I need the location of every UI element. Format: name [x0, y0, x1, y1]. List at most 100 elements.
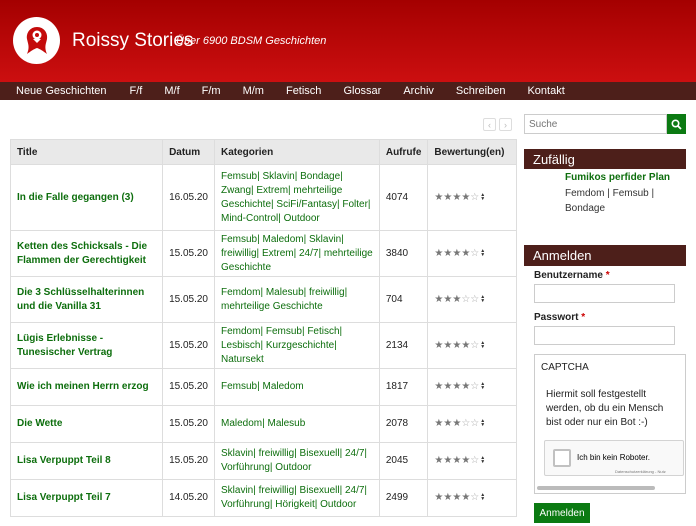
nav-glossar[interactable]: Glossar — [343, 85, 381, 97]
col-date-header[interactable]: Datum — [162, 139, 215, 165]
story-categories[interactable]: Femdom| Malesub| freiwillig| mehrteilige… — [214, 276, 380, 323]
story-views: 2045 — [378, 442, 429, 480]
star-filled-icon: ★ — [461, 247, 471, 259]
recaptcha-widget: Ich bin kein Roboter. Datenschutzerkläru… — [544, 440, 684, 476]
bird-logo-icon — [26, 26, 47, 54]
star-empty-icon: ☆ — [470, 293, 480, 305]
captcha-box: CAPTCHA Hiermit soll festgestellt werden… — [534, 354, 686, 494]
story-views: 1817 — [378, 368, 429, 406]
sort-arrows-icon: ▲▼ — [480, 339, 486, 350]
story-title-link[interactable]: Lisa Verpuppt Teil 8 — [9, 442, 164, 480]
table-row: Die 3 Schlüsselhalterinnen und die Vanil… — [9, 276, 517, 323]
star-filled-icon: ★ — [443, 381, 453, 392]
login-button[interactable]: Anmelden — [534, 503, 590, 523]
site-logo[interactable] — [13, 17, 60, 64]
star-filled-icon: ★ — [452, 293, 462, 305]
nav-archiv[interactable]: Archiv — [403, 85, 434, 97]
nav-kontakt[interactable]: Kontakt — [527, 85, 564, 97]
sort-arrows-icon: ▲▼ — [480, 191, 486, 202]
nav-neue-geschichten[interactable]: Neue Geschichten — [16, 85, 107, 97]
story-rating[interactable]: ★★★☆☆▲▼ — [427, 405, 517, 443]
story-rating[interactable]: ★★★★☆▲▼ — [427, 479, 517, 517]
star-empty-icon: ☆ — [461, 418, 471, 429]
nav-mm[interactable]: M/m — [243, 85, 264, 97]
story-title-link[interactable]: Die 3 Schlüsselhalterinnen und die Vanil… — [9, 276, 164, 323]
star-filled-icon: ★ — [443, 191, 453, 203]
pager-next-button[interactable]: › — [499, 118, 512, 131]
captcha-scrollbar[interactable] — [537, 486, 655, 490]
password-field[interactable] — [534, 326, 675, 345]
story-categories[interactable]: Maledom| Malesub — [214, 405, 380, 443]
story-date: 15.05.20 — [162, 368, 215, 406]
nav-ff[interactable]: F/f — [130, 85, 143, 97]
recaptcha-checkbox[interactable] — [553, 449, 571, 467]
story-rating[interactable]: ★★★☆☆▲▼ — [427, 276, 517, 323]
recaptcha-label: Ich bin kein Roboter. — [577, 453, 650, 462]
story-title-link[interactable]: Ketten des Schicksals - Die Flammen der … — [9, 230, 164, 277]
story-title-link[interactable]: Lisa Verpuppt Teil 7 — [9, 479, 164, 517]
star-filled-icon: ★ — [443, 492, 453, 503]
sort-arrows-icon: ▲▼ — [480, 418, 486, 429]
col-rating-header[interactable]: Bewertung(en) — [427, 139, 517, 165]
story-title-link[interactable]: In die Falle gegangen (3) — [9, 164, 164, 231]
main-nav: Neue Geschichten F/f M/f F/m M/m Fetisch… — [0, 82, 696, 100]
story-categories[interactable]: Femsub| Maledom — [214, 368, 380, 406]
rating-stars-icon: ★★★★☆ — [434, 192, 479, 203]
story-rating[interactable]: ★★★★☆▲▼ — [427, 442, 517, 480]
story-date: 15.05.20 — [162, 230, 215, 277]
password-label: Passwort * — [534, 312, 586, 323]
story-date: 15.05.20 — [162, 442, 215, 480]
star-filled-icon: ★ — [461, 381, 471, 392]
star-filled-icon: ★ — [452, 191, 462, 203]
story-views: 2134 — [378, 322, 429, 369]
sort-arrows-icon: ▲▼ — [480, 492, 486, 503]
story-title-link[interactable]: Wie ich meinen Herrn erzog — [9, 368, 164, 406]
story-categories[interactable]: Femsub| Maledom| Sklavin| freiwillig| Ex… — [214, 230, 380, 277]
rating-stars-icon: ★★★★☆ — [434, 455, 479, 466]
nav-fm[interactable]: F/m — [202, 85, 221, 97]
story-views: 4074 — [378, 164, 429, 231]
story-categories[interactable]: Sklavin| freiwillig| Bisexuell| 24/7| Vo… — [214, 442, 380, 480]
sort-arrows-icon: ▲▼ — [480, 293, 486, 304]
recaptcha-privacy-link[interactable]: Datenschutzerklärung - Nutz — [615, 469, 666, 474]
rating-stars-icon: ★★★★☆ — [434, 492, 479, 503]
nav-mf[interactable]: M/f — [164, 85, 179, 97]
story-date: 15.05.20 — [162, 322, 215, 369]
col-title-header[interactable]: Title — [9, 139, 164, 165]
story-categories[interactable]: Femdom| Femsub| Fetisch| Lesbisch| Kurzg… — [214, 322, 380, 369]
col-views-header[interactable]: Aufrufe — [378, 139, 429, 165]
story-categories[interactable]: Sklavin| freiwillig| Bisexuell| 24/7| Vo… — [214, 479, 380, 517]
nav-fetisch[interactable]: Fetisch — [286, 85, 321, 97]
star-filled-icon: ★ — [443, 339, 453, 351]
story-date: 15.05.20 — [162, 276, 215, 323]
random-story-title[interactable]: Fumikos perfider Plan — [565, 172, 670, 183]
story-date: 15.05.20 — [162, 405, 215, 443]
star-filled-icon: ★ — [452, 247, 462, 259]
search-button[interactable] — [667, 114, 686, 134]
story-rating[interactable]: ★★★★☆▲▼ — [427, 230, 517, 277]
username-label: Benutzername * — [534, 270, 610, 281]
story-views: 2499 — [378, 479, 429, 517]
story-title-link[interactable]: Die Wette — [9, 405, 164, 443]
star-filled-icon: ★ — [452, 492, 462, 503]
sort-arrows-icon: ▲▼ — [480, 455, 486, 466]
star-empty-icon: ☆ — [470, 455, 480, 466]
pager-prev-button[interactable]: ‹ — [483, 118, 496, 131]
col-categories-header[interactable]: Kategorien — [214, 139, 380, 165]
rating-stars-icon: ★★★★☆ — [434, 248, 479, 259]
username-field[interactable] — [534, 284, 675, 303]
story-rating[interactable]: ★★★★☆▲▼ — [427, 164, 517, 231]
story-rating[interactable]: ★★★★☆▲▼ — [427, 322, 517, 369]
star-empty-icon: ☆ — [470, 418, 480, 429]
story-title-link[interactable]: Lügis Erlebnisse - Tunesischer Vertrag — [9, 322, 164, 369]
sort-arrows-icon: ▲▼ — [480, 247, 486, 258]
search-input[interactable] — [524, 114, 667, 134]
nav-schreiben[interactable]: Schreiben — [456, 85, 506, 97]
story-categories[interactable]: Femsub| Sklavin| Bondage| Zwang| Extrem|… — [214, 164, 380, 231]
table-row: Wie ich meinen Herrn erzog 15.05.20 Femsub… — [9, 368, 517, 406]
site-tagline: Über 6900 BDSM Geschichten — [176, 35, 327, 47]
star-filled-icon: ★ — [461, 492, 471, 503]
story-rating[interactable]: ★★★★☆▲▼ — [427, 368, 517, 406]
rating-stars-icon: ★★★☆☆ — [434, 418, 479, 429]
star-filled-icon: ★ — [461, 455, 471, 466]
